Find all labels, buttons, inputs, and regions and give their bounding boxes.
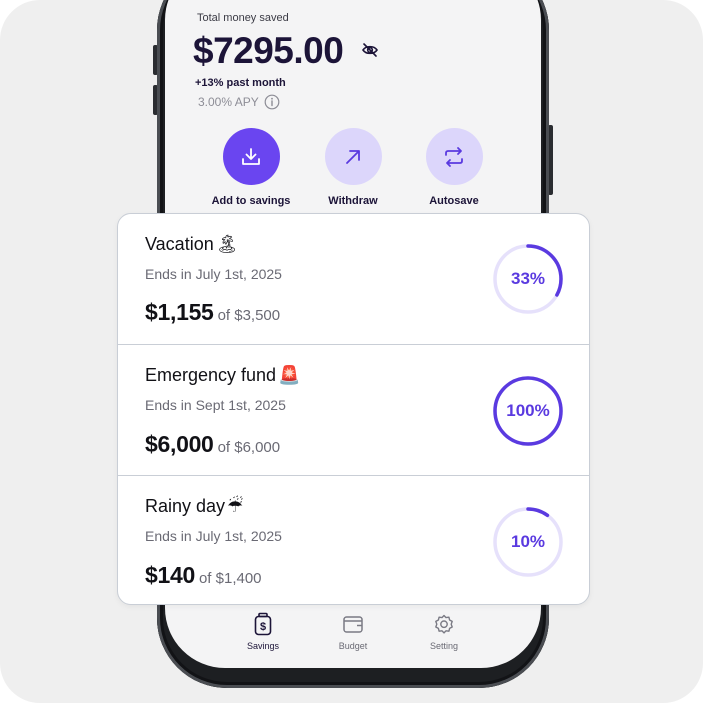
goal-percent-label: 33% (510, 269, 546, 288)
tab-budget-label: Budget (338, 641, 368, 651)
goal-title: Vacation 🏝 (145, 234, 239, 255)
siren-emoji-icon: 🚨 (278, 365, 301, 385)
withdraw-circle[interactable] (324, 128, 382, 185)
growth-indicator: +13% past month (195, 77, 286, 89)
goal-end-date: Ends in July 1st, 2025 (145, 266, 282, 282)
withdraw-button[interactable]: Withdraw (303, 128, 403, 207)
savings-goals-card: Vacation 🏝 Ends in July 1st, 2025 $1,155… (117, 213, 590, 605)
goal-title: Emergency fund 🚨 (145, 365, 301, 386)
tab-budget[interactable]: Budget (318, 612, 388, 651)
goal-item-emergency-fund[interactable]: Emergency fund 🚨 Ends in Sept 1st, 2025 … (118, 344, 589, 475)
svg-text:$: $ (260, 621, 266, 633)
autosave-button[interactable]: Autosave (404, 128, 504, 207)
tab-setting[interactable]: Setting (409, 612, 479, 651)
goal-progress-ring: 100% (492, 375, 564, 447)
background-stage: Total money saved $7295.00 +13% past mon… (0, 0, 703, 703)
goal-title-text: Vacation (145, 234, 214, 254)
goal-percent-label: 100% (506, 401, 550, 420)
goal-item-rainy-day[interactable]: Rainy day ☔ Ends in July 1st, 2025 $140 … (118, 475, 589, 604)
goal-saved-amount: $140 (145, 562, 195, 588)
goal-end-date: Ends in Sept 1st, 2025 (145, 397, 286, 413)
goal-end-date: Ends in July 1st, 2025 (145, 528, 282, 544)
goal-title: Rainy day ☔ (145, 496, 243, 517)
goal-target-amount: of $3,500 (217, 307, 281, 324)
tab-setting-label: Setting (429, 641, 459, 651)
download-icon (242, 147, 260, 165)
repeat-icon (445, 146, 463, 167)
arrow-up-right-icon (346, 149, 360, 164)
apy-row: 3.00% APY (198, 94, 280, 110)
total-saved-label: Total money saved (197, 12, 289, 24)
wallet-icon (343, 616, 363, 633)
goal-amount: $1,155 of $3,500 (145, 299, 280, 326)
goal-title-text: Rainy day (145, 496, 226, 516)
eye-off-icon[interactable] (361, 42, 379, 58)
goal-amount: $6,000 of $6,000 (145, 431, 280, 458)
add-to-savings-circle[interactable] (222, 128, 280, 185)
gear-icon (435, 614, 453, 634)
savings-jar-icon: $ (254, 612, 272, 636)
goal-amount: $140 of $1,400 (145, 562, 262, 589)
add-to-savings-button[interactable]: Add to savings (201, 128, 301, 207)
total-saved-amount: $7295.00 (193, 30, 344, 71)
goal-target-amount: of $1,400 (198, 570, 262, 587)
autosave-circle[interactable] (425, 128, 483, 185)
goal-item-vacation[interactable]: Vacation 🏝 Ends in July 1st, 2025 $1,155… (118, 214, 589, 345)
goal-target-amount: of $6,000 (217, 439, 281, 456)
tab-savings-label: Savings (246, 641, 280, 651)
add-to-savings-label: Add to savings (211, 195, 291, 207)
autosave-label: Autosave (429, 195, 479, 207)
info-icon[interactable] (264, 94, 280, 110)
goal-saved-amount: $6,000 (145, 431, 214, 457)
tab-savings[interactable]: $ Savings (228, 612, 298, 651)
goal-percent-label: 10% (510, 532, 546, 551)
goal-title-text: Emergency fund (145, 365, 277, 385)
island-emoji-icon: 🏝 (215, 234, 239, 254)
goal-saved-amount: $1,155 (145, 299, 214, 325)
umbrella-rain-emoji-icon: ☔ (227, 496, 244, 516)
withdraw-label: Withdraw (328, 195, 378, 207)
goal-progress-ring: 10% (492, 506, 564, 578)
apy-label: 3.00% APY (198, 95, 259, 109)
goal-progress-ring: 33% (492, 243, 564, 315)
